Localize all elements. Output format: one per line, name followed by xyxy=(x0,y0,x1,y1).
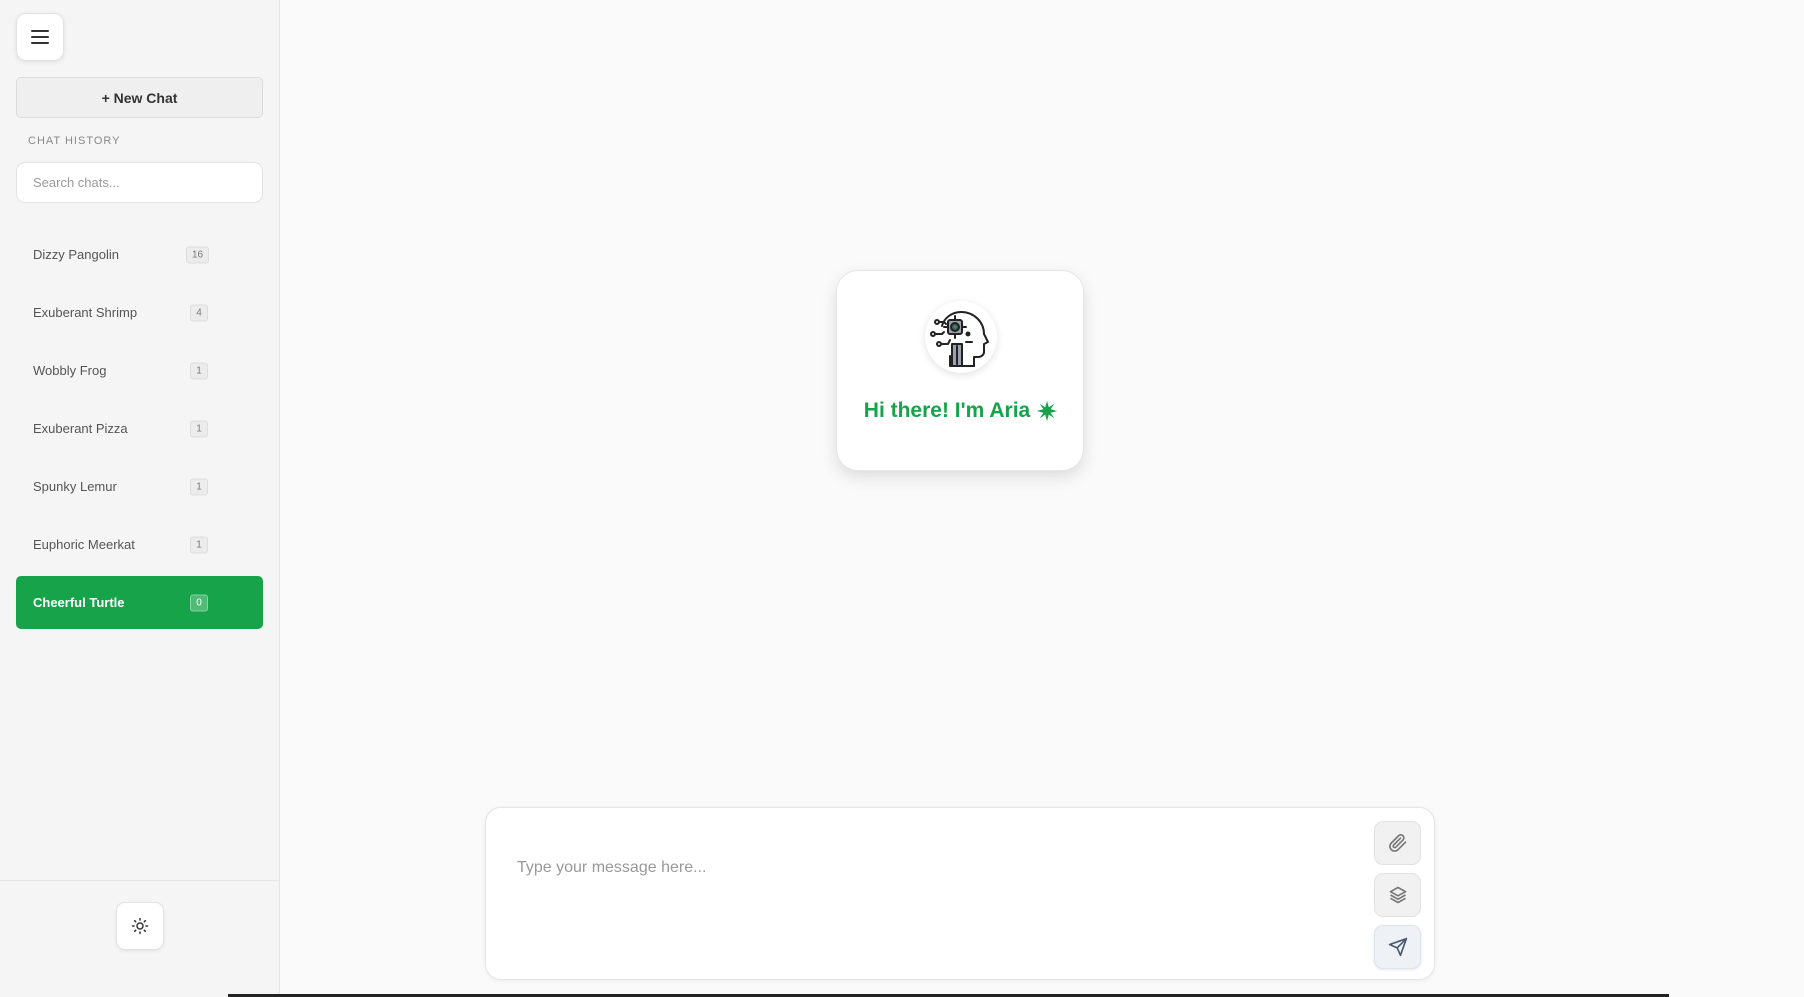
chat-item-label: Cheerful Turtle xyxy=(33,595,125,610)
layers-icon xyxy=(1389,886,1406,904)
message-count-badge: 0 xyxy=(190,594,208,611)
paperclip-icon xyxy=(1388,834,1406,852)
chat-item-wobbly-frog[interactable]: Wobbly Frog 1 xyxy=(16,344,263,397)
search-chats-input[interactable] xyxy=(16,162,263,203)
message-count-badge: 1 xyxy=(190,362,208,379)
new-chat-button[interactable]: + New Chat xyxy=(16,77,263,118)
chat-item-exuberant-shrimp[interactable]: Exuberant Shrimp 4 xyxy=(16,286,263,339)
hamburger-menu-icon xyxy=(31,30,49,44)
menu-button[interactable] xyxy=(16,13,64,61)
chat-item-label: Euphoric Meerkat xyxy=(33,537,135,552)
chat-item-label: Exuberant Pizza xyxy=(33,421,128,436)
chat-item-cheerful-turtle[interactable]: Cheerful Turtle 0 xyxy=(16,576,263,629)
sparkle-icon xyxy=(1037,400,1058,422)
chat-list: Dizzy Pangolin 16 Exuberant Shrimp 4 Wob… xyxy=(16,228,263,634)
greeting-text: Hi there! I'm Aria xyxy=(863,399,1031,422)
robot-head-icon xyxy=(930,311,989,367)
message-count-badge: 4 xyxy=(190,304,208,321)
chat-item-label: Spunky Lemur xyxy=(33,479,117,494)
sidebar: + New Chat CHAT HISTORY Dizzy Pangolin 1… xyxy=(0,0,280,997)
chat-item-spunky-lemur[interactable]: Spunky Lemur 1 xyxy=(16,460,263,513)
chat-item-label: Exuberant Shrimp xyxy=(33,305,138,320)
app-root: + New Chat CHAT HISTORY Dizzy Pangolin 1… xyxy=(0,0,1804,997)
layers-button[interactable] xyxy=(1374,873,1421,917)
chat-item-label: Dizzy Pangolin xyxy=(33,247,119,262)
send-icon xyxy=(1388,937,1407,957)
message-count-badge: 1 xyxy=(190,420,208,437)
chat-item-label: Wobbly Frog xyxy=(33,363,107,378)
attach-button[interactable] xyxy=(1374,821,1421,865)
greeting-card: Hi there! I'm Aria xyxy=(836,270,1084,471)
sun-icon xyxy=(131,917,149,935)
message-count-badge: 1 xyxy=(190,536,208,553)
send-button[interactable] xyxy=(1374,925,1421,969)
message-count-badge: 1 xyxy=(190,478,208,495)
chat-history-label: CHAT HISTORY xyxy=(28,135,121,147)
chat-item-exuberant-pizza[interactable]: Exuberant Pizza 1 xyxy=(16,402,263,455)
theme-toggle-button[interactable] xyxy=(116,902,164,950)
chat-item-euphoric-meerkat[interactable]: Euphoric Meerkat 1 xyxy=(16,518,263,571)
assistant-avatar xyxy=(925,301,997,373)
greeting-heading: Hi there! I'm Aria xyxy=(837,399,1085,423)
message-composer xyxy=(485,807,1435,980)
message-input[interactable] xyxy=(517,853,1317,883)
message-count-badge: 16 xyxy=(186,246,210,263)
sidebar-footer xyxy=(0,880,279,997)
chat-item-dizzy-pangolin[interactable]: Dizzy Pangolin 16 xyxy=(16,228,263,281)
